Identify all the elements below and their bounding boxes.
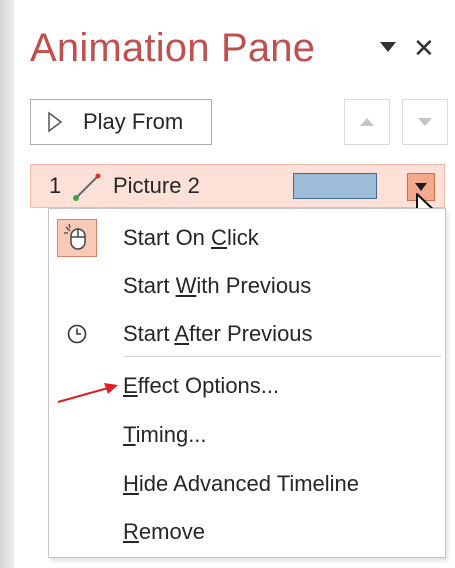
chevron-down-icon [415, 183, 427, 191]
menu-item-label: Effect Options... [123, 373, 280, 398]
menu-item-label: Timing... [123, 422, 207, 447]
pane-options-dropdown-icon[interactable] [378, 40, 398, 54]
triangle-up-icon [360, 118, 374, 126]
menu-item-hide-advanced-timeline[interactable]: Hide Advanced Timeline [49, 461, 445, 505]
effect-number: 1 [49, 173, 62, 198]
effect-name: Picture 2 [113, 173, 200, 198]
menu-item-label: Remove [123, 519, 205, 544]
move-later-button[interactable] [402, 99, 448, 145]
mouse-click-icon [64, 223, 86, 250]
triangle-down-icon [418, 118, 432, 126]
animation-pane: Animation Pane ✕ Play From 1 Picture 2 S… [0, 0, 455, 568]
icon-slot [57, 315, 97, 353]
checked-indicator [57, 219, 97, 257]
play-icon [48, 111, 63, 133]
pane-left-edge [0, 0, 14, 568]
play-from-button[interactable]: Play From [30, 99, 212, 145]
timeline-bar[interactable] [293, 173, 377, 199]
menu-item-label: Hide Advanced Timeline [123, 471, 360, 496]
menu-item-label: Start On Click [123, 225, 259, 250]
menu-item-timing[interactable]: Timing... [49, 412, 445, 456]
menu-item-start-after-previous[interactable]: Start After Previous [49, 311, 445, 355]
motion-path-icon [73, 173, 101, 201]
menu-item-label: Start With Previous [123, 273, 312, 298]
menu-item-start-with-previous[interactable]: Start With Previous [49, 263, 445, 307]
menu-item-start-on-click[interactable]: Start On Click [49, 215, 445, 259]
clock-icon [67, 324, 87, 344]
move-earlier-button[interactable] [344, 99, 390, 145]
menu-item-remove[interactable]: Remove [49, 509, 445, 553]
menu-item-label: Start After Previous [123, 321, 313, 346]
close-icon[interactable]: ✕ [413, 35, 435, 61]
menu-separator [123, 356, 441, 357]
play-from-label: Play From [83, 109, 184, 134]
pane-title: Animation Pane [30, 26, 316, 70]
annotation-arrow-icon [57, 383, 118, 403]
animation-effect-row[interactable]: 1 Picture 2 [30, 164, 445, 208]
